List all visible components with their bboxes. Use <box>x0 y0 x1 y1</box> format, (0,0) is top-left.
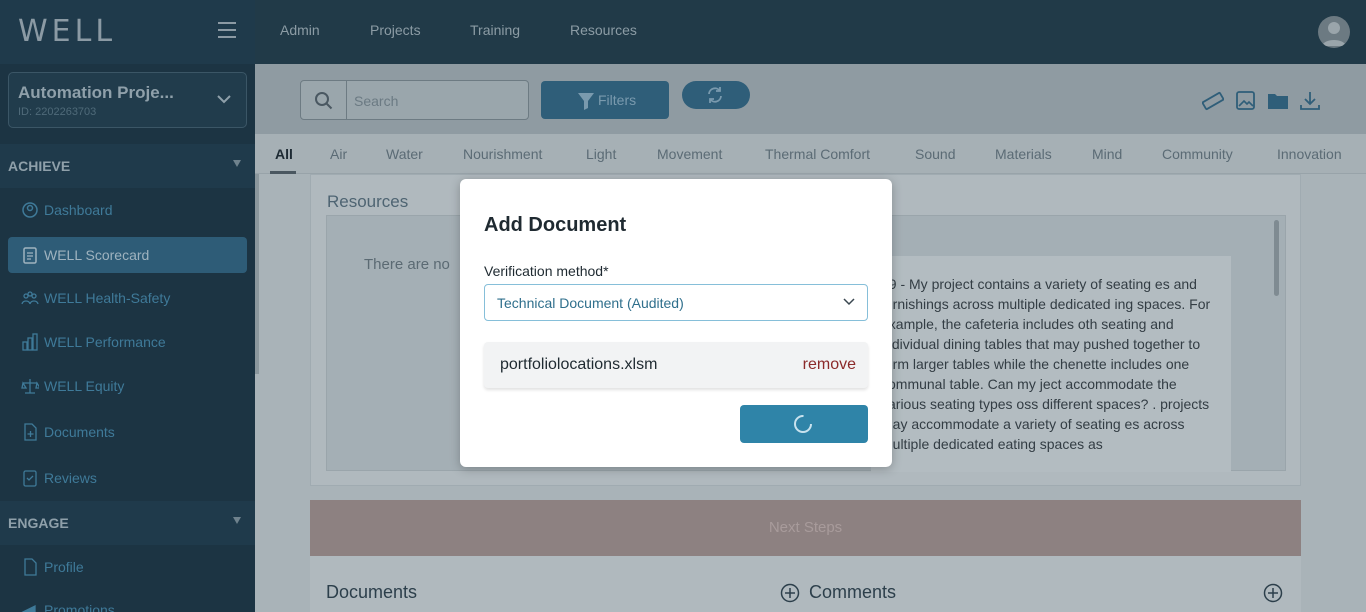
sidebar-item-label: WELL Scorecard <box>44 247 150 263</box>
sidebar-item-label: Reviews <box>44 470 97 486</box>
sidebar: WELL Automation Proje... ID: 2202263703 … <box>0 0 255 612</box>
section-engage[interactable]: ENGAGE <box>0 501 255 545</box>
topnav-training[interactable]: Training <box>470 22 520 38</box>
sidebar-item-label: WELL Performance <box>44 334 166 350</box>
sidebar-item-well-equity[interactable]: WELL Equity <box>8 368 247 404</box>
remove-file-link[interactable]: remove <box>803 356 856 374</box>
scrollbar-thumb[interactable] <box>1274 220 1279 296</box>
section-achieve-label: ACHIEVE <box>8 158 71 174</box>
file-name: portfoliolocations.xlsm <box>500 356 658 373</box>
promotions-icon <box>21 604 36 612</box>
refresh-button[interactable] <box>682 81 750 109</box>
scorecard-icon <box>23 247 37 264</box>
documents-comments-card: Documents Comments <box>310 556 1301 612</box>
top-navigation-bar: Admin Projects Training Resources <box>255 0 1366 64</box>
sidebar-item-label: WELL Health-Safety <box>44 290 171 306</box>
resources-empty-text: There are no <box>364 256 450 273</box>
sidebar-item-profile[interactable]: Profile <box>8 549 247 585</box>
documents-title: Documents <box>326 582 418 602</box>
equity-icon <box>21 379 39 394</box>
image-icon[interactable] <box>1235 91 1257 111</box>
user-avatar[interactable] <box>1318 16 1350 48</box>
search-icon[interactable] <box>301 81 347 119</box>
faq-entry: 09 - My project contains a variety of se… <box>871 256 1231 472</box>
topnav-projects[interactable]: Projects <box>370 22 421 38</box>
search-box[interactable]: Search <box>300 80 529 120</box>
user-icon <box>1322 22 1346 46</box>
sidebar-item-documents[interactable]: Documents <box>8 414 247 450</box>
performance-icon <box>22 333 38 351</box>
sidebar-item-label: WELL Equity <box>44 378 125 394</box>
sidebar-item-dashboard[interactable]: Dashboard <box>8 192 247 228</box>
topnav-admin[interactable]: Admin <box>280 22 320 38</box>
tab-materials[interactable]: Materials <box>995 146 1052 162</box>
sidebar-item-reviews[interactable]: Reviews <box>8 460 247 496</box>
section-achieve[interactable]: ACHIEVE <box>0 144 255 188</box>
chevron-down-icon <box>843 298 855 306</box>
tab-all[interactable]: All <box>275 146 293 162</box>
download-icon[interactable] <box>1299 91 1321 111</box>
filter-icon <box>578 93 594 110</box>
filters-button[interactable]: Filters <box>541 81 669 119</box>
tab-innovation[interactable]: Innovation <box>1277 146 1342 162</box>
project-selector[interactable]: Automation Proje... ID: 2202263703 <box>8 72 247 128</box>
next-steps-label: Next Steps <box>768 519 843 536</box>
tab-community[interactable]: Community <box>1162 146 1233 162</box>
sidebar-item-well-health-safety[interactable]: WELL Health-Safety <box>8 280 247 316</box>
dashboard-icon <box>22 202 38 218</box>
project-id: ID: 2202263703 <box>18 106 97 118</box>
resources-title: Resources <box>327 192 409 211</box>
tab-nourishment[interactable]: Nourishment <box>463 146 542 162</box>
modal-title: Add Document <box>484 214 627 236</box>
sidebar-item-well-performance[interactable]: WELL Performance <box>8 324 247 360</box>
uploaded-file-row: portfoliolocations.xlsm remove <box>484 342 868 388</box>
reviews-icon <box>23 470 37 487</box>
sidebar-item-label: Dashboard <box>44 202 113 218</box>
verification-method-label: Verification method* <box>484 263 609 279</box>
feature-tabs: All Air Water Nourishment Light Movement… <box>255 134 1366 174</box>
chevron-down-icon <box>217 95 231 104</box>
sidebar-item-label: Documents <box>44 424 115 440</box>
add-icon[interactable] <box>1263 583 1283 603</box>
tab-air[interactable]: Air <box>330 146 347 162</box>
verification-method-value: Technical Document (Audited) <box>497 295 684 311</box>
profile-icon <box>24 558 37 576</box>
project-name: Automation Proje... <box>18 83 174 102</box>
sidebar-item-well-scorecard[interactable]: WELL Scorecard <box>8 237 247 273</box>
sidebar-item-label: Profile <box>44 559 84 575</box>
collapse-triangle-icon <box>233 517 241 524</box>
documents-icon <box>24 423 37 441</box>
folder-icon[interactable] <box>1267 91 1289 111</box>
section-engage-label: ENGAGE <box>8 515 69 531</box>
topnav-resources[interactable]: Resources <box>570 22 637 38</box>
sidebar-item-label: Promotions <box>44 602 115 612</box>
search-input[interactable]: Search <box>354 93 398 109</box>
ruler-icon[interactable] <box>1202 91 1224 111</box>
health-safety-icon <box>21 291 39 305</box>
refresh-icon <box>708 87 722 103</box>
filters-label: Filters <box>598 92 637 108</box>
add-comment-icon[interactable] <box>780 583 800 603</box>
menu-toggle-icon[interactable] <box>218 22 236 40</box>
sidebar-item-promotions[interactable]: Promotions <box>8 592 247 612</box>
toolbar: Search Filters <box>255 64 1366 134</box>
tab-water[interactable]: Water <box>386 146 423 162</box>
loading-spinner-icon <box>794 415 812 433</box>
tab-thermal-comfort[interactable]: Thermal Comfort <box>765 146 870 162</box>
faq-text: 09 - My project contains a variety of se… <box>881 276 1211 452</box>
tab-sound[interactable]: Sound <box>915 146 955 162</box>
tab-movement[interactable]: Movement <box>657 146 722 162</box>
comments-title: Comments <box>809 582 897 602</box>
page-scrollbar[interactable] <box>255 174 259 374</box>
tab-light[interactable]: Light <box>586 146 616 162</box>
verification-method-select[interactable]: Technical Document (Audited) <box>484 284 868 321</box>
upload-button[interactable] <box>740 405 868 443</box>
well-logo[interactable]: WELL <box>18 14 116 49</box>
logo-row: WELL <box>0 0 255 64</box>
collapse-triangle-icon <box>233 160 241 167</box>
next-steps-bar[interactable]: Next Steps <box>310 500 1301 556</box>
tab-mind[interactable]: Mind <box>1092 146 1122 162</box>
add-document-modal: Add Document Verification method* Techni… <box>460 179 892 467</box>
